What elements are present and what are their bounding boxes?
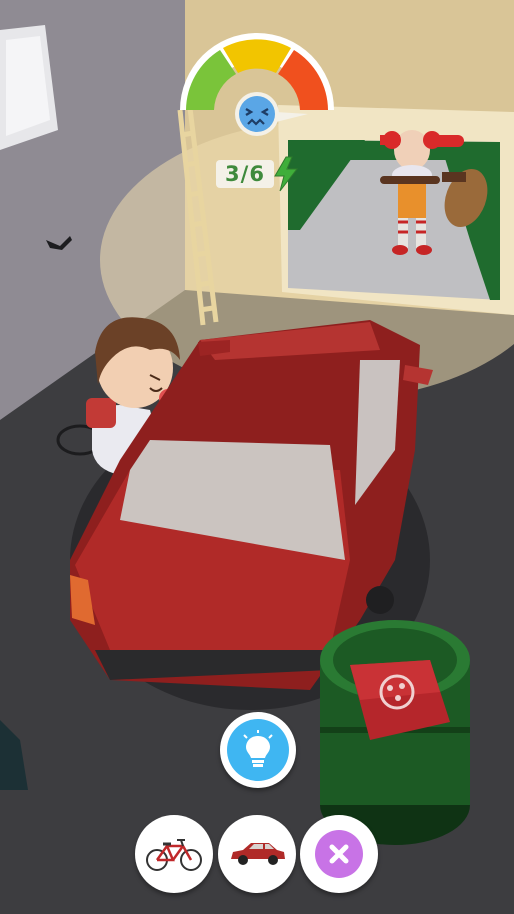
game-scene: 3/6: [0, 0, 514, 914]
bicycle-icon: [146, 839, 202, 871]
energy-counter-text: 3/6: [216, 160, 274, 188]
meter-yellow-segment: [223, 39, 291, 73]
energy-counter: 3/6: [216, 156, 299, 192]
lightbulb-icon: [243, 730, 273, 767]
fear-meter: [180, 33, 334, 136]
bicycle-button[interactable]: [135, 815, 213, 893]
car-icon: [231, 843, 285, 865]
cancel-button[interactable]: [300, 815, 378, 893]
scared-face-icon: [239, 96, 275, 132]
green-barrel: [320, 620, 470, 845]
meter-needle: [276, 112, 308, 122]
close-icon: [329, 844, 349, 864]
hint-button[interactable]: [220, 712, 296, 788]
car-button[interactable]: [218, 815, 296, 893]
lightning-icon: [274, 156, 299, 192]
